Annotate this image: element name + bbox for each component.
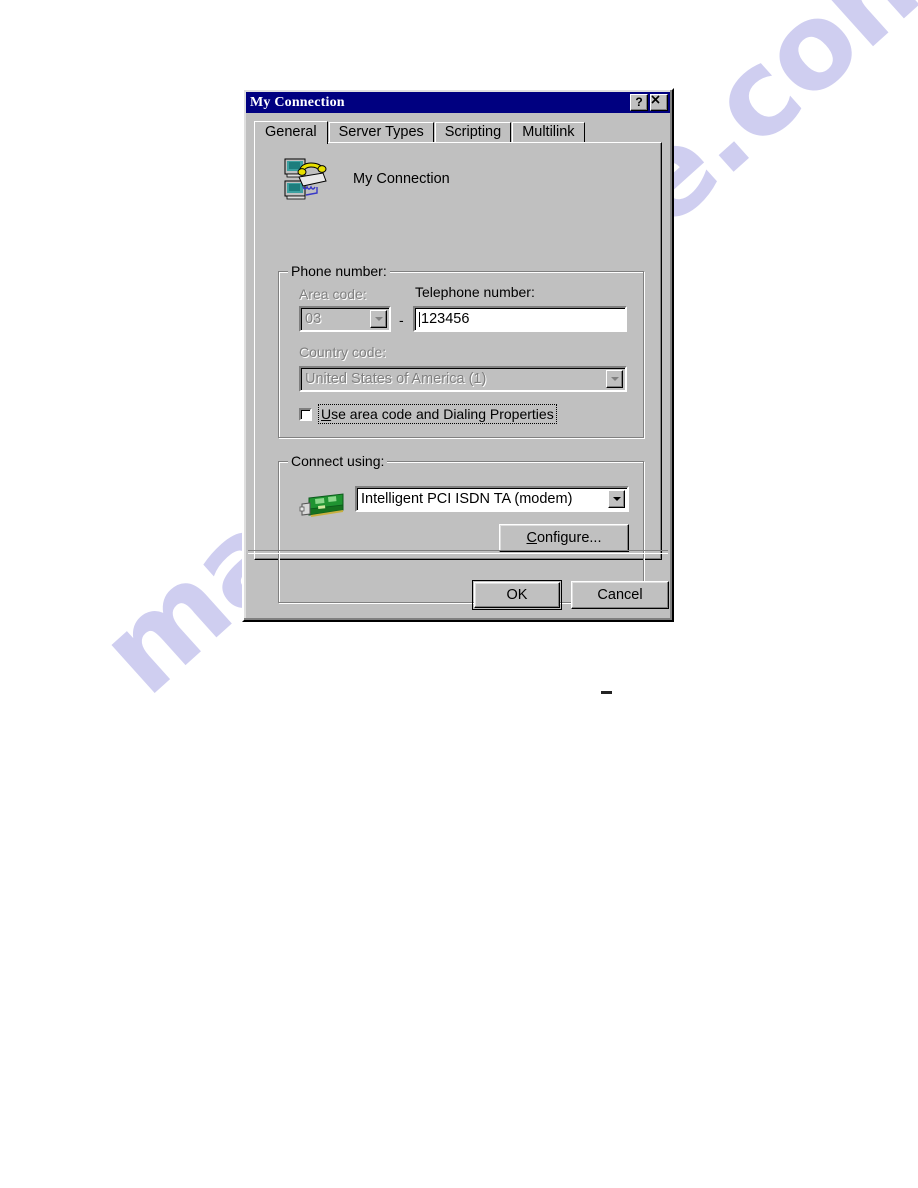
ok-button-default-frame: OK [472, 580, 562, 610]
close-icon [651, 95, 660, 104]
configure-accesskey: C [526, 530, 537, 546]
telephone-number-value: 123456 [421, 311, 470, 327]
phone-number-group: Phone number: Area code: 03 - Telephone … [278, 263, 644, 438]
chevron-down-icon [374, 317, 383, 321]
configure-label-rest: onfigure... [536, 530, 602, 546]
dialog-title: My Connection [250, 94, 345, 110]
tab-strip: General Server Types Scripting Multilink [254, 120, 672, 144]
use-area-code-label: Use area code and Dialing Properties [318, 404, 557, 424]
configure-button[interactable]: Configure... [499, 524, 629, 552]
device-combobox[interactable]: Intelligent PCI ISDN TA (modem) [355, 486, 629, 512]
country-code-label: Country code: [299, 344, 387, 360]
area-code-value: 03 [305, 311, 322, 327]
help-button[interactable]: ? [630, 94, 648, 111]
connection-header: My Connection [255, 143, 661, 201]
dialog-titlebar: My Connection ? [246, 92, 670, 113]
tab-general[interactable]: General [254, 121, 328, 144]
telephone-number-input[interactable]: 123456 [413, 306, 627, 332]
area-code-combobox[interactable]: 03 [299, 306, 391, 332]
stray-dash-mark [601, 691, 612, 694]
close-button[interactable] [650, 94, 668, 111]
use-area-code-checkbox[interactable] [299, 407, 312, 421]
use-area-code-label-rest: se area code and Dialing Properties [331, 406, 554, 422]
ok-button[interactable]: OK [474, 582, 560, 608]
telephone-number-label: Telephone number: [415, 284, 535, 300]
tab-server-types[interactable]: Server Types [328, 122, 434, 142]
configure-button-label: Configure... [527, 530, 602, 546]
chevron-down-icon [610, 377, 619, 381]
pci-card-icon [299, 493, 344, 517]
my-connection-dialog: My Connection ? General Server Types Scr… [242, 88, 674, 622]
area-code-label: Area code: [299, 286, 367, 302]
phone-separator: - [399, 312, 404, 328]
text-caret [419, 311, 420, 327]
device-dropdown-button[interactable] [608, 490, 625, 508]
dialup-connection-icon [284, 158, 327, 200]
use-area-code-checkbox-row[interactable]: Use area code and Dialing Properties [299, 404, 557, 424]
phone-number-group-title: Phone number: [288, 263, 390, 279]
footer-divider [248, 550, 668, 554]
tab-multilink[interactable]: Multilink [512, 122, 585, 142]
chevron-down-icon [612, 497, 621, 501]
device-value: Intelligent PCI ISDN TA (modem) [361, 491, 573, 507]
area-code-dropdown-button[interactable] [370, 310, 387, 328]
tab-page-general: My Connection Phone number: Area code: 0… [254, 142, 662, 603]
cancel-button[interactable]: Cancel [571, 581, 669, 609]
country-code-combobox[interactable]: United States of America (1) [299, 366, 627, 392]
country-code-dropdown-button[interactable] [606, 370, 623, 388]
country-code-value: United States of America (1) [305, 371, 487, 387]
tab-scripting[interactable]: Scripting [434, 122, 512, 142]
connection-name-label: My Connection [353, 171, 450, 187]
use-area-code-accesskey: U [321, 406, 332, 422]
connect-using-group-title: Connect using: [288, 453, 388, 469]
